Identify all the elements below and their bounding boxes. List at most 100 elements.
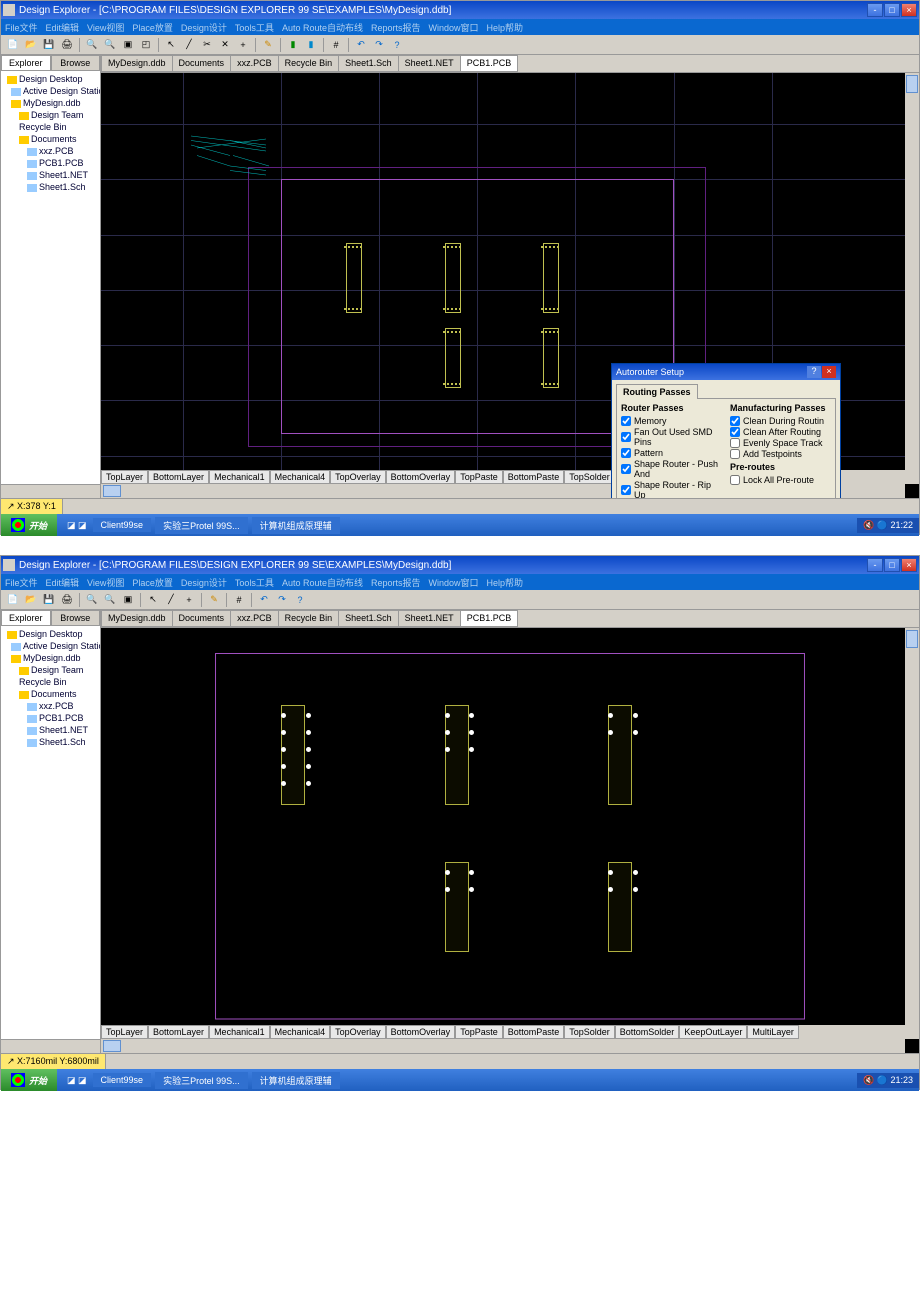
doc-tab[interactable]: Sheet1.Sch: [338, 610, 399, 627]
task-item[interactable]: 计算机组成原理辅: [252, 517, 340, 534]
tree-view[interactable]: Design Desktop Active Design Station MyD…: [1, 626, 100, 1039]
doc-tab[interactable]: Sheet1.NET: [398, 55, 461, 72]
chk-fanout[interactable]: Fan Out Used SMD Pins: [621, 427, 722, 447]
doc-tab[interactable]: Recycle Bin: [278, 55, 340, 72]
menu-tools[interactable]: Tools工具: [235, 21, 274, 34]
print-icon[interactable]: 🖨: [59, 37, 75, 53]
zoom-in-icon[interactable]: 🔍: [84, 592, 100, 608]
line-icon[interactable]: ╱: [181, 37, 197, 53]
tab-browse-pcb[interactable]: Browse PCB: [51, 610, 101, 626]
menu-tools[interactable]: Tools工具: [235, 576, 274, 589]
tab-browse-pcb[interactable]: Browse PCB: [51, 55, 101, 71]
cursor-icon[interactable]: ↖: [145, 592, 161, 608]
pencil-icon[interactable]: ✎: [206, 592, 222, 608]
chk-push[interactable]: Shape Router - Push And: [621, 459, 722, 479]
open-icon[interactable]: 📂: [23, 592, 39, 608]
maximize-button[interactable]: □: [884, 558, 900, 572]
horizontal-scrollbar[interactable]: [101, 1039, 905, 1053]
menu-reports[interactable]: Reports报告: [371, 576, 421, 589]
doc-tab-active[interactable]: PCB1.PCB: [460, 55, 519, 72]
task-item[interactable]: 实验三Protel 99S...: [155, 517, 248, 534]
sidebar-hscroll[interactable]: [1, 1039, 100, 1053]
undo-icon[interactable]: ↶: [256, 592, 272, 608]
cursor-icon[interactable]: ↖: [163, 37, 179, 53]
doc-tab[interactable]: Documents: [172, 610, 232, 627]
fit-icon[interactable]: ▣: [120, 37, 136, 53]
plus-icon[interactable]: +: [181, 592, 197, 608]
redo-icon[interactable]: ↷: [274, 592, 290, 608]
menu-edit[interactable]: Edit编辑: [46, 21, 80, 34]
layer-tab[interactable]: Mechanical1: [209, 470, 270, 484]
chk-clean-after[interactable]: Clean After Routing: [730, 427, 831, 437]
chk-testpoints[interactable]: Add Testpoints: [730, 449, 831, 459]
menu-file[interactable]: File文件: [5, 21, 38, 34]
doc-tab[interactable]: Sheet1.Sch: [338, 55, 399, 72]
layer-tab[interactable]: Mechanical4: [270, 470, 331, 484]
chk-ripup[interactable]: Shape Router - Rip Up: [621, 480, 722, 498]
cross-icon[interactable]: ✕: [217, 37, 233, 53]
layer-tab[interactable]: Mechanical1: [209, 1025, 270, 1039]
layer-tab[interactable]: BottomSolder: [615, 1025, 680, 1039]
menu-place[interactable]: Place放置: [132, 21, 173, 34]
doc-tab[interactable]: xxz.PCB: [230, 55, 279, 72]
new-icon[interactable]: 📄: [5, 37, 21, 53]
chk-clean-during[interactable]: Clean During Routin: [730, 416, 831, 426]
maximize-button[interactable]: □: [884, 3, 900, 17]
doc-tab[interactable]: Recycle Bin: [278, 610, 340, 627]
start-button[interactable]: 开始: [1, 1069, 57, 1091]
zoom-out-icon[interactable]: 🔍: [102, 37, 118, 53]
layer-tab[interactable]: Mechanical4: [270, 1025, 331, 1039]
doc-tab[interactable]: Sheet1.NET: [398, 610, 461, 627]
grid-icon[interactable]: #: [231, 592, 247, 608]
menu-window[interactable]: Window窗口: [428, 576, 478, 589]
minimize-button[interactable]: -: [867, 558, 883, 572]
menu-help[interactable]: Help帮助: [487, 21, 524, 34]
layer-tab[interactable]: BottomOverlay: [386, 470, 456, 484]
pcb-canvas[interactable]: TopLayer BottomLayer Mechanical1 Mechani…: [101, 628, 919, 1053]
grid-icon[interactable]: #: [328, 37, 344, 53]
layer-tab[interactable]: TopSolder: [564, 1025, 615, 1039]
menu-place[interactable]: Place放置: [132, 576, 173, 589]
layer-tab[interactable]: TopOverlay: [330, 1025, 386, 1039]
pencil-icon[interactable]: ✎: [260, 37, 276, 53]
open-icon[interactable]: 📂: [23, 37, 39, 53]
layer-tab[interactable]: TopPaste: [455, 1025, 503, 1039]
task-item[interactable]: 计算机组成原理辅: [252, 1072, 340, 1089]
plus-icon[interactable]: +: [235, 37, 251, 53]
system-tray[interactable]: 🔇 🔵 21:23: [857, 1073, 919, 1088]
doc-tab-active[interactable]: PCB1.PCB: [460, 610, 519, 627]
save-icon[interactable]: 💾: [41, 37, 57, 53]
line-icon[interactable]: ╱: [163, 592, 179, 608]
pcb-canvas[interactable]: TopLayer BottomLayer Mechanical1 Mechani…: [101, 73, 919, 498]
layer-tab[interactable]: BottomPaste: [503, 470, 565, 484]
layer-tab[interactable]: TopPaste: [455, 470, 503, 484]
task-item[interactable]: Client99se: [93, 1073, 152, 1087]
layer2-icon[interactable]: ▮: [303, 37, 319, 53]
tree-view[interactable]: Design Desktop Active Design Station MyD…: [1, 71, 100, 484]
chk-evenly[interactable]: Evenly Space Track: [730, 438, 831, 448]
doc-tab[interactable]: Documents: [172, 55, 232, 72]
layer-tab[interactable]: TopOverlay: [330, 470, 386, 484]
minimize-button[interactable]: -: [867, 3, 883, 17]
vertical-scrollbar[interactable]: [905, 73, 919, 484]
menu-autoroute[interactable]: Auto Route自动布线: [282, 576, 363, 589]
scissors-icon[interactable]: ✂: [199, 37, 215, 53]
system-tray[interactable]: 🔇 🔵 21:22: [857, 518, 919, 533]
menu-help[interactable]: Help帮助: [487, 576, 524, 589]
menu-view[interactable]: View视图: [87, 576, 124, 589]
menu-design[interactable]: Design设计: [181, 576, 227, 589]
layer-tab[interactable]: MultiLayer: [747, 1025, 799, 1039]
menu-reports[interactable]: Reports报告: [371, 21, 421, 34]
layer-tab[interactable]: BottomLayer: [148, 1025, 209, 1039]
chk-memory[interactable]: Memory: [621, 416, 722, 426]
layer-tab[interactable]: BottomLayer: [148, 470, 209, 484]
menu-window[interactable]: Window窗口: [428, 21, 478, 34]
save-icon[interactable]: 💾: [41, 592, 57, 608]
doc-tab[interactable]: MyDesign.ddb: [101, 55, 173, 72]
layer-tab[interactable]: KeepOutLayer: [679, 1025, 747, 1039]
zoom-in-icon[interactable]: 🔍: [84, 37, 100, 53]
help-icon[interactable]: ?: [292, 592, 308, 608]
print-icon[interactable]: 🖨: [59, 592, 75, 608]
menu-file[interactable]: File文件: [5, 576, 38, 589]
menu-edit[interactable]: Edit编辑: [46, 576, 80, 589]
